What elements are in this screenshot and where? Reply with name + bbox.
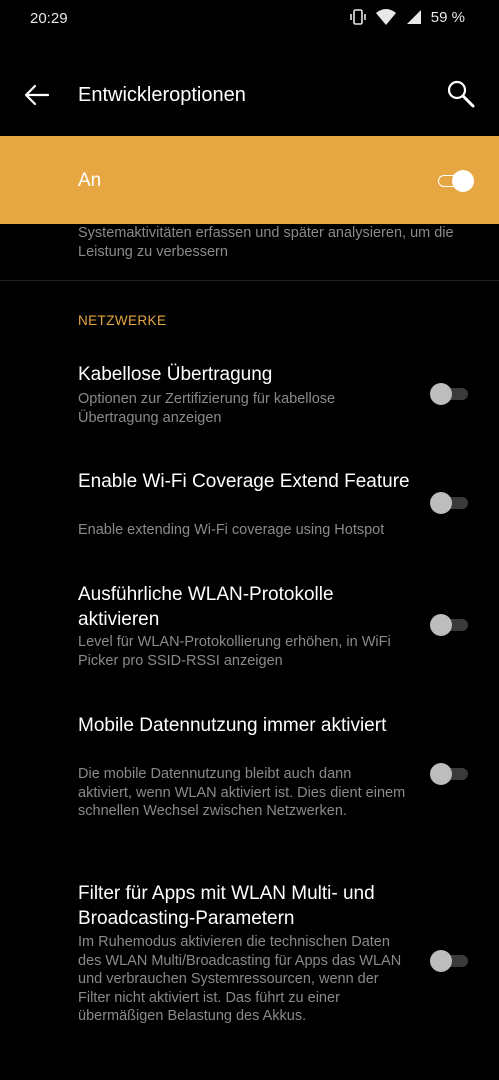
setting-title: Enable Wi-Fi Coverage Extend Feature xyxy=(78,471,410,492)
setting-item-wlan-protokolle[interactable]: Ausführliche WLAN-Protokolle aktivieren … xyxy=(0,580,499,680)
section-title-netzwerke: NETZWERKE xyxy=(78,313,167,328)
top-note: Systemaktivitäten erfassen und später an… xyxy=(78,225,454,260)
setting-summary: Die mobile Datennutzung bleibt auch dann… xyxy=(78,766,406,819)
cellular-signal-icon xyxy=(406,10,421,24)
master-switch-bar[interactable]: An xyxy=(0,136,499,224)
setting-item-filter-wlan-multi[interactable]: Filter für Apps mit WLAN Multi- und Broa… xyxy=(0,879,499,1059)
setting-toggle[interactable] xyxy=(430,950,470,972)
setting-title: Kabellose Übertragung xyxy=(78,364,273,385)
page-title: Entwickleroptionen xyxy=(78,84,246,106)
setting-item-wifi-coverage-extend[interactable]: Enable Wi-Fi Coverage Extend Feature Ena… xyxy=(0,467,499,567)
status-icons: 59 % xyxy=(349,8,465,26)
setting-title: Mobile Datennutzung immer aktiviert xyxy=(78,715,387,736)
master-toggle[interactable] xyxy=(438,170,474,192)
divider xyxy=(0,280,499,281)
setting-toggle[interactable] xyxy=(430,492,470,514)
setting-toggle[interactable] xyxy=(430,383,470,405)
vibrate-icon xyxy=(349,9,366,25)
setting-summary: Im Ruhemodus aktivieren die technischen … xyxy=(78,934,402,1024)
wifi-icon xyxy=(375,9,396,25)
master-switch-label: An xyxy=(78,170,102,191)
setting-item-kabellose-uebertragung[interactable]: Kabellose Übertragung Optionen zur Zerti… xyxy=(0,360,499,450)
setting-title: Ausführliche WLAN-Protokolle aktivieren xyxy=(78,584,334,630)
setting-summary: Optionen zur Zertifizierung für kabellos… xyxy=(78,391,336,426)
status-time: 20:29 xyxy=(30,10,68,27)
search-icon[interactable] xyxy=(445,78,477,110)
setting-summary: Enable extending Wi-Fi coverage using Ho… xyxy=(78,522,385,538)
app-bar: Entwickleroptionen xyxy=(0,60,499,130)
setting-title: Filter für Apps mit WLAN Multi- und Broa… xyxy=(78,883,375,929)
setting-toggle[interactable] xyxy=(430,763,470,785)
setting-summary: Level für WLAN-Protokollierung erhöhen, … xyxy=(78,634,391,669)
setting-toggle[interactable] xyxy=(430,614,470,636)
status-bar: 20:29 59 % xyxy=(0,0,499,40)
back-arrow-icon[interactable] xyxy=(22,80,52,110)
battery-percent: 59 % xyxy=(430,8,465,26)
setting-item-mobile-datennutzung[interactable]: Mobile Datennutzung immer aktiviert Die … xyxy=(0,711,499,851)
